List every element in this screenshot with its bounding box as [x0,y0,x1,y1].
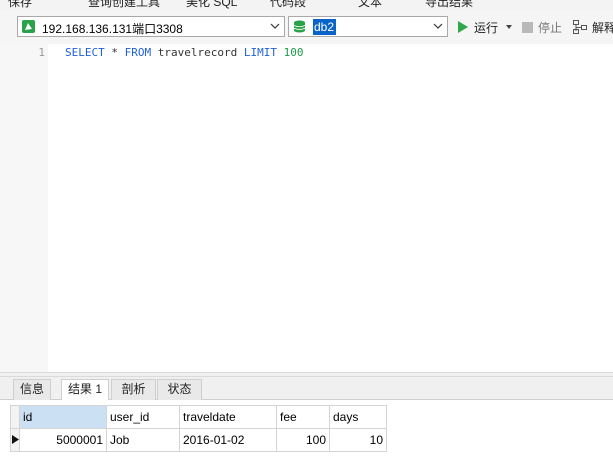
sql-editor[interactable]: 1 SELECT * FROM travelrecord LIMIT 100 [0,44,613,372]
database-select[interactable]: db2 [288,16,448,37]
explain-icon [573,20,587,34]
run-button[interactable]: 运行 [457,18,518,36]
database-label: db2 [313,19,337,35]
column-header-fee[interactable]: fee [276,405,330,429]
tab-info[interactable]: 信息 [13,379,51,400]
sql-keyword-limit: LIMIT [243,46,277,59]
chevron-down-icon[interactable] [270,21,280,31]
explain-button[interactable]: 解释 [573,18,613,36]
line-number-gutter: 1 [0,44,48,372]
sql-keyword-from: FROM [124,46,152,59]
explain-label: 解释 [592,20,613,35]
sql-space [277,46,284,59]
cell-traveldate[interactable]: 2016-01-02 [179,428,277,452]
sql-keyword-select: SELECT [65,46,105,59]
stop-button[interactable]: 停止 [522,18,562,36]
tab-info-label: 信息 [19,382,44,396]
column-header-days[interactable]: days [329,405,387,429]
cell-user-id[interactable]: Job [106,428,180,452]
code-snippet-label: 代码段 [270,0,307,9]
text-button[interactable]: 文本 [358,0,382,10]
column-header-label: days [333,410,359,424]
column-header-traveldate[interactable]: traveldate [179,405,277,429]
caret-down-icon[interactable] [505,23,513,31]
column-header-user-id[interactable]: user_id [106,405,180,429]
top-toolbar: 保存 查询创建工具 美化 SQL 代码段 文本 导出结果 [0,0,613,10]
sql-limit-number: 100 [283,46,304,59]
cell-fee[interactable]: 100 [276,428,330,452]
result-tabbar: 信息 结果 1 剖析 状态 [0,377,613,401]
text-label: 文本 [358,0,383,9]
tab-profile-label: 剖析 [121,382,146,396]
stop-label: 停止 [538,20,563,35]
tab-result-1[interactable]: 结果 1 [61,379,109,401]
column-header-label: traveldate [183,410,236,424]
save-label: 保存 [8,0,33,9]
sql-star: * [104,46,125,59]
query-builder-label: 查询创建工具 [88,0,161,9]
row-indicator-header [10,405,20,429]
stop-icon [522,21,533,33]
result-grid: id user_id traveldate fee days 5000001 J… [0,400,613,470]
column-header-label: fee [280,410,297,424]
code-line[interactable]: SELECT * FROM travelrecord LIMIT 100 [65,46,303,59]
cell-id[interactable]: 5000001 [19,428,107,452]
chevron-down-icon[interactable] [433,21,443,31]
beautify-sql-label: 美化 SQL [186,0,238,9]
row-pointer-icon [11,435,19,444]
export-result-label: 导出结果 [425,0,474,9]
tab-result-1-label: 结果 1 [67,382,102,396]
column-header-id[interactable]: id [19,405,107,429]
query-builder-button[interactable]: 查询创建工具 [88,0,160,10]
column-header-label: id [23,410,33,424]
tab-profile[interactable]: 剖析 [111,379,156,400]
sql-table-name: travelrecord [151,46,244,59]
connection-label: 192.168.136.131端口3308 [42,22,183,36]
tab-status-label: 状态 [167,382,192,396]
tab-status[interactable]: 状态 [157,379,202,400]
run-label: 运行 [474,20,499,35]
current-row-indicator [10,428,20,452]
connection-icon [22,20,35,33]
database-icon [293,20,306,33]
table-row[interactable]: 5000001 Job 2016-01-02 100 10 [10,428,387,452]
header-row: id user_id traveldate fee days [10,405,387,429]
connection-toolbar: 192.168.136.131端口3308 db2 运行 停止 解释 [0,10,613,45]
play-icon [458,21,468,33]
export-result-button[interactable]: 导出结果 [425,0,473,10]
save-button[interactable]: 保存 [8,0,32,10]
line-number: 1 [38,46,45,59]
connection-select[interactable]: 192.168.136.131端口3308 [17,16,285,37]
code-snippet-button[interactable]: 代码段 [270,0,306,10]
column-header-label: user_id [110,410,150,424]
beautify-sql-button[interactable]: 美化 SQL [186,0,237,10]
result-table: id user_id traveldate fee days 5000001 J… [10,405,387,452]
cell-days[interactable]: 10 [329,428,387,452]
